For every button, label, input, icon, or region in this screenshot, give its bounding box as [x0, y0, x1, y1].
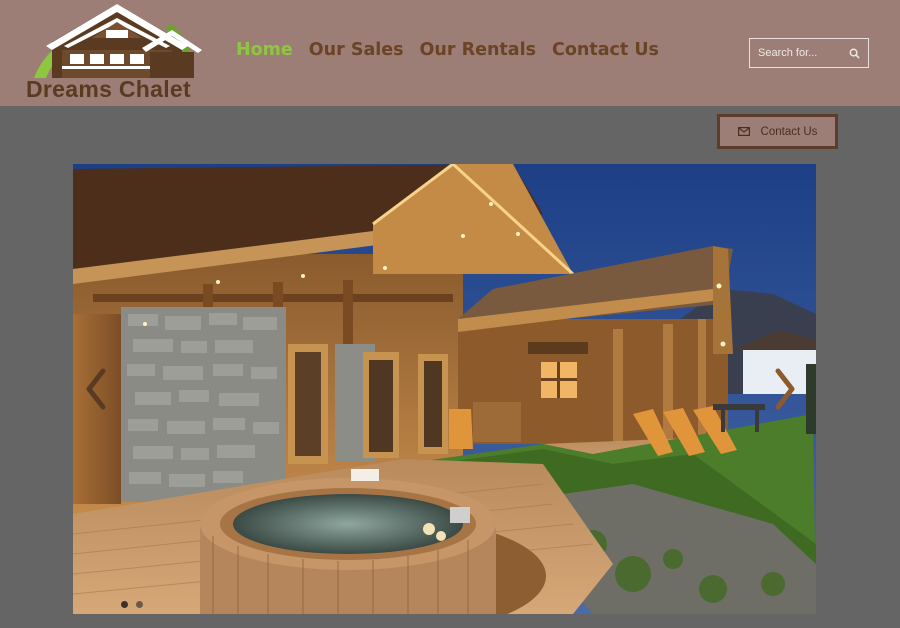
- carousel-dot[interactable]: [121, 601, 128, 608]
- envelope-icon: [737, 123, 750, 141]
- site-header: Dreams Chalet Home Our Sales Our Rentals…: [0, 0, 900, 106]
- search-box: [749, 38, 869, 68]
- nav-our-rentals[interactable]: Our Rentals: [420, 40, 536, 60]
- chevron-right-icon[interactable]: [774, 367, 798, 411]
- carousel-indicators: [121, 601, 143, 608]
- nav-our-sales[interactable]: Our Sales: [309, 40, 404, 60]
- logo-text: Dreams Chalet: [26, 76, 191, 102]
- site-logo[interactable]: Dreams Chalet: [22, 0, 212, 106]
- main-nav: Home Our Sales Our Rentals Contact Us: [236, 40, 659, 60]
- nav-home[interactable]: Home: [236, 40, 293, 60]
- carousel-dot[interactable]: [136, 601, 143, 608]
- search-input[interactable]: [758, 47, 848, 59]
- nav-contact-us[interactable]: Contact Us: [552, 40, 659, 60]
- search-icon[interactable]: [848, 47, 860, 59]
- chalet-hot-tub-night-photo: [73, 164, 816, 614]
- contact-us-label: Contact Us: [760, 125, 818, 138]
- chalet-logo-icon: [34, 4, 202, 79]
- chevron-left-icon[interactable]: [83, 367, 107, 411]
- contact-us-button[interactable]: Contact Us: [717, 114, 838, 149]
- image-carousel: [73, 164, 816, 614]
